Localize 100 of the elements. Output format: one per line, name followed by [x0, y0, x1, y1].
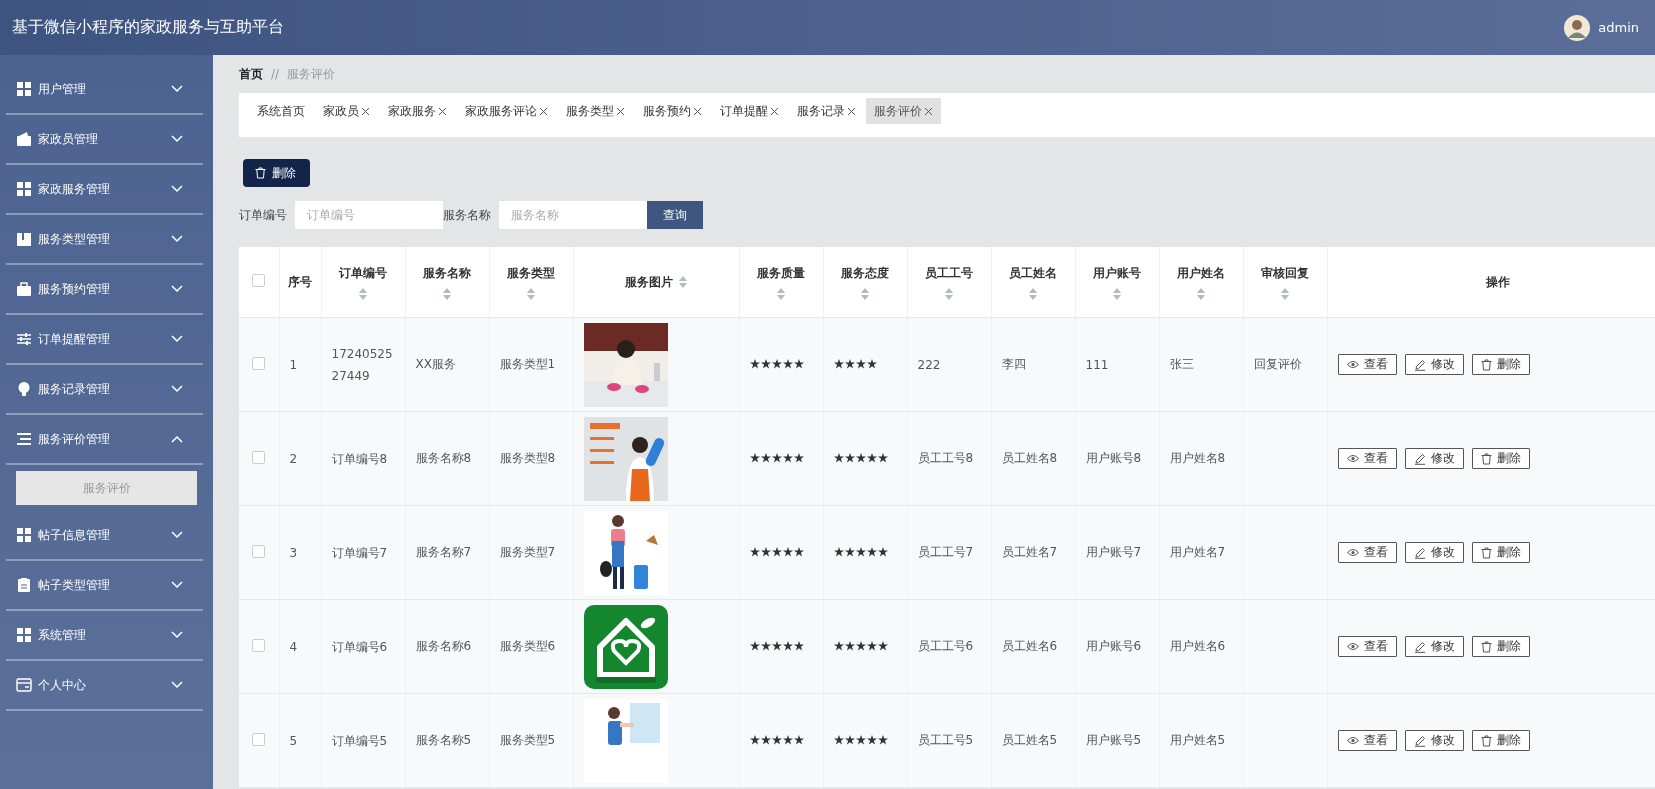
star-icon: [749, 546, 760, 557]
delete-button[interactable]: 删除: [1471, 542, 1530, 563]
search-field[interactable]: 服务名称: [499, 201, 647, 229]
tab[interactable]: 订单提醒: [712, 98, 787, 124]
star-icon: [782, 358, 793, 369]
tab[interactable]: 家政员: [315, 98, 378, 124]
edit-button[interactable]: 修改: [1404, 354, 1464, 375]
sidebar-item[interactable]: 服务预约管理: [6, 265, 203, 315]
edit-button[interactable]: 修改: [1404, 636, 1464, 657]
sidebar-item[interactable]: 帖子类型管理: [6, 561, 203, 611]
sort-icon[interactable]: [1197, 287, 1205, 300]
sidebar-item[interactable]: 帖子信息管理: [6, 511, 203, 561]
sort-icon[interactable]: [1281, 287, 1289, 300]
sidebar-item[interactable]: 家政服务管理: [6, 165, 203, 215]
table-cell: 订单编号6: [331, 639, 388, 654]
view-button[interactable]: 查看: [1337, 354, 1397, 375]
star-icon: [782, 640, 793, 651]
view-button[interactable]: 查看: [1337, 448, 1397, 469]
sort-icon[interactable]: [777, 287, 785, 300]
tab[interactable]: 服务预约: [635, 98, 710, 124]
sidebar-item[interactable]: 服务类型管理: [6, 215, 203, 265]
edit-button[interactable]: 修改: [1404, 542, 1464, 563]
column-header[interactable]: 员工姓名: [1009, 264, 1057, 282]
column-header[interactable]: 用户姓名: [1177, 264, 1225, 282]
column-header[interactable]: 服务名称: [423, 264, 471, 282]
sidebar-item[interactable]: 用户管理: [6, 65, 203, 115]
close-icon[interactable]: [770, 106, 779, 116]
table-cell: 用户姓名8: [1169, 451, 1226, 465]
avatar-icon[interactable]: [1564, 14, 1591, 41]
select-all-checkbox[interactable]: [252, 274, 266, 287]
sidebar-item[interactable]: 服务记录管理: [6, 365, 203, 415]
sort-icon[interactable]: [443, 287, 451, 300]
column-header[interactable]: 服务图片: [625, 273, 673, 291]
sort-icon[interactable]: [679, 276, 687, 288]
delete-button[interactable]: 删除: [243, 159, 310, 187]
column-header[interactable]: 服务态度: [841, 264, 889, 282]
row-checkbox[interactable]: [252, 450, 266, 464]
sort-icon[interactable]: [1113, 287, 1121, 300]
tab[interactable]: 服务记录: [789, 98, 864, 124]
trash-icon: [1480, 640, 1492, 653]
sidebar-item[interactable]: 订单提醒管理: [6, 315, 203, 365]
table-cell: 1724052527449: [331, 346, 393, 383]
sort-icon[interactable]: [1029, 287, 1037, 300]
chevron-down-icon: [171, 681, 183, 689]
close-icon[interactable]: [539, 106, 548, 116]
sort-icon[interactable]: [527, 287, 535, 300]
edit-button[interactable]: 修改: [1404, 448, 1464, 469]
view-button[interactable]: 查看: [1337, 636, 1397, 657]
edit-button[interactable]: 修改: [1404, 730, 1464, 751]
delete-button[interactable]: 删除: [1471, 448, 1530, 469]
sort-icon[interactable]: [861, 287, 869, 300]
view-button[interactable]: 查看: [1337, 542, 1397, 563]
tab[interactable]: 服务类型: [558, 98, 633, 124]
delete-button[interactable]: 删除: [1471, 730, 1530, 751]
chevron-down-icon: [171, 85, 183, 93]
sidebar-item[interactable]: 个人中心: [6, 661, 203, 711]
star-icon: [855, 546, 866, 557]
row-checkbox[interactable]: [252, 638, 266, 652]
column-header[interactable]: 服务类型: [507, 264, 555, 282]
close-icon[interactable]: [361, 106, 370, 116]
column-header[interactable]: 订单编号: [339, 264, 387, 282]
star-icon: [771, 546, 782, 557]
column-header[interactable]: 审核回复: [1261, 264, 1309, 282]
sort-icon[interactable]: [359, 287, 367, 300]
sidebar-item[interactable]: 家政员管理: [6, 115, 203, 165]
chevron-down-icon: [171, 335, 183, 343]
row-checkbox[interactable]: [252, 732, 266, 746]
table-cell: 4: [289, 639, 298, 654]
close-icon[interactable]: [438, 106, 447, 116]
close-icon[interactable]: [847, 106, 856, 116]
table-cell: XX服务: [415, 357, 456, 371]
close-icon[interactable]: [693, 106, 702, 116]
app-title: 基于微信小程序的家政服务与互助平台: [12, 17, 284, 38]
close-icon[interactable]: [924, 106, 933, 116]
tab[interactable]: 家政服务: [380, 98, 455, 124]
username[interactable]: admin: [1598, 20, 1639, 35]
star-icon: [833, 546, 844, 557]
table-cell: 服务类型7: [499, 545, 556, 559]
search-button[interactable]: 查询: [647, 201, 703, 229]
search-field[interactable]: 订单编号: [295, 201, 443, 229]
row-checkbox[interactable]: [252, 356, 266, 370]
close-icon[interactable]: [616, 106, 625, 116]
column-header[interactable]: 用户账号: [1093, 264, 1141, 282]
delete-button[interactable]: 删除: [1471, 354, 1530, 375]
sidebar-item[interactable]: 系统管理: [6, 611, 203, 661]
column-header[interactable]: 员工工号: [925, 264, 973, 282]
row-checkbox[interactable]: [252, 544, 266, 558]
view-button[interactable]: 查看: [1337, 730, 1397, 751]
star-icon: [855, 734, 866, 745]
sidebar-item[interactable]: 服务评价管理: [6, 415, 203, 465]
star-icon: [833, 734, 844, 745]
sort-icon[interactable]: [945, 287, 953, 300]
tab[interactable]: 系统首页: [249, 98, 313, 124]
tab[interactable]: 服务评价: [866, 98, 941, 124]
chevron-down-icon: [171, 185, 183, 193]
tab[interactable]: 家政服务评论: [457, 98, 556, 124]
column-header[interactable]: 服务质量: [757, 264, 805, 282]
table-cell: 2: [289, 451, 298, 466]
delete-button[interactable]: 删除: [1471, 636, 1530, 657]
breadcrumb-link[interactable]: 首页: [239, 65, 263, 83]
